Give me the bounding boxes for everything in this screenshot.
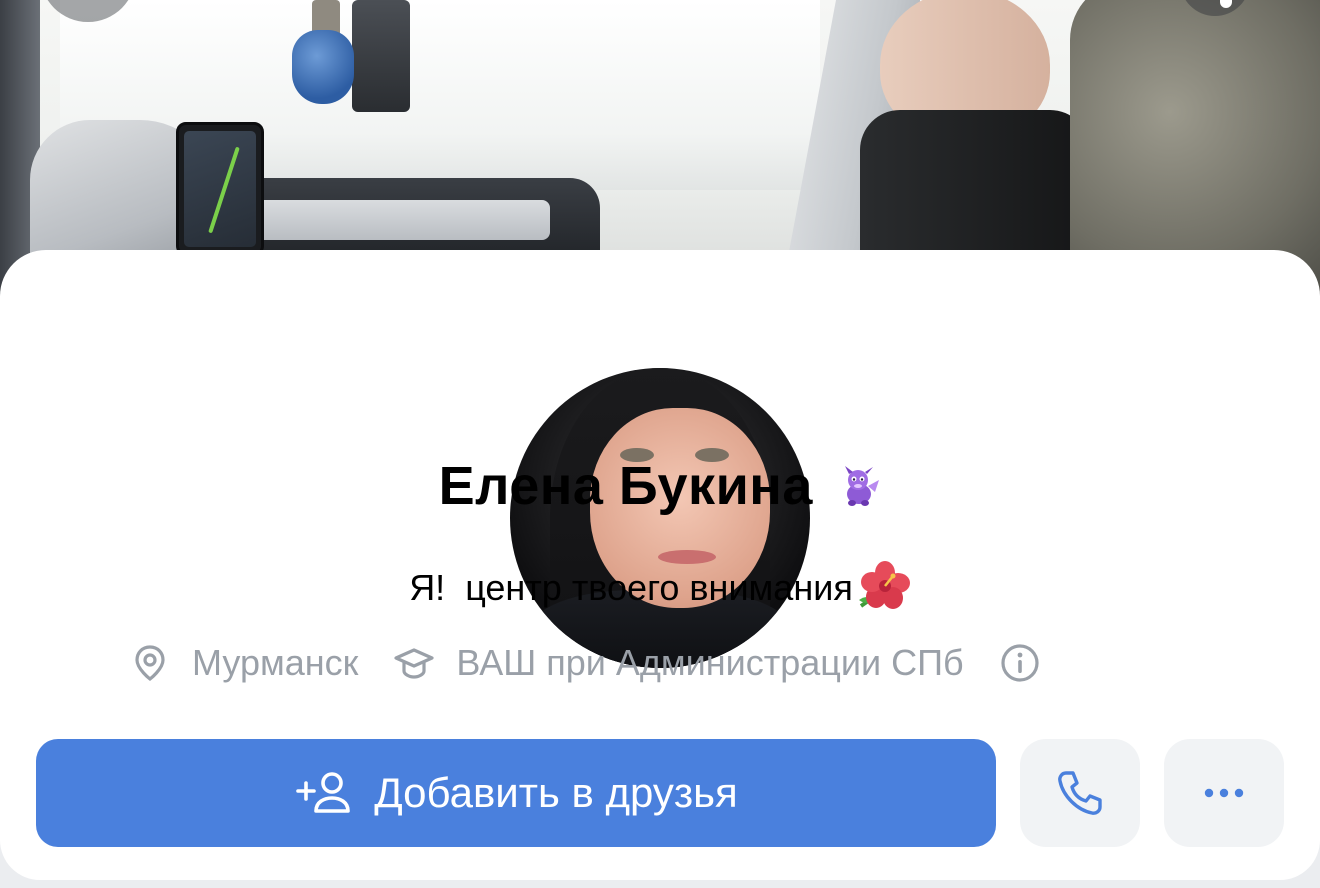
- profile-status: Я! центр твоего внимания: [409, 567, 853, 608]
- hibiscus-emoji-icon: [855, 560, 911, 616]
- graduation-cap-icon: [394, 643, 435, 683]
- avatar[interactable]: [500, 358, 820, 678]
- add-friend-label: Добавить в друзья: [374, 769, 738, 816]
- profile-status-row: Я! центр твоего внимания: [0, 560, 1320, 616]
- cover-dashboard-strip: [250, 200, 550, 240]
- add-friend-button[interactable]: Добавить в друзья: [36, 739, 996, 847]
- more-button[interactable]: [1164, 739, 1284, 847]
- profile-card: Елена Букина Я! центр твоего внимания Му…: [0, 250, 1320, 880]
- location-pin-icon: [130, 643, 170, 683]
- profile-city[interactable]: Мурманск: [192, 642, 358, 684]
- more-dots-icon: [1202, 787, 1246, 799]
- cover-mirror-hanger: [292, 0, 412, 115]
- phone-icon: [1054, 767, 1106, 819]
- info-icon[interactable]: [1000, 643, 1040, 683]
- cover-phone-navigator: [176, 122, 264, 256]
- profile-name: Елена Букина: [438, 456, 813, 516]
- profile-actions: Добавить в друзья: [36, 739, 1286, 847]
- profile-info-row: Мурманск ВАШ при Администрации СПб: [130, 638, 1190, 688]
- profile-name-row: Елена Букина: [0, 455, 1320, 517]
- call-button[interactable]: [1020, 739, 1140, 847]
- profile-education[interactable]: ВАШ при Администрации СПб: [456, 642, 963, 684]
- dragon-emoji-icon[interactable]: [837, 464, 881, 508]
- add-user-icon: [294, 769, 356, 817]
